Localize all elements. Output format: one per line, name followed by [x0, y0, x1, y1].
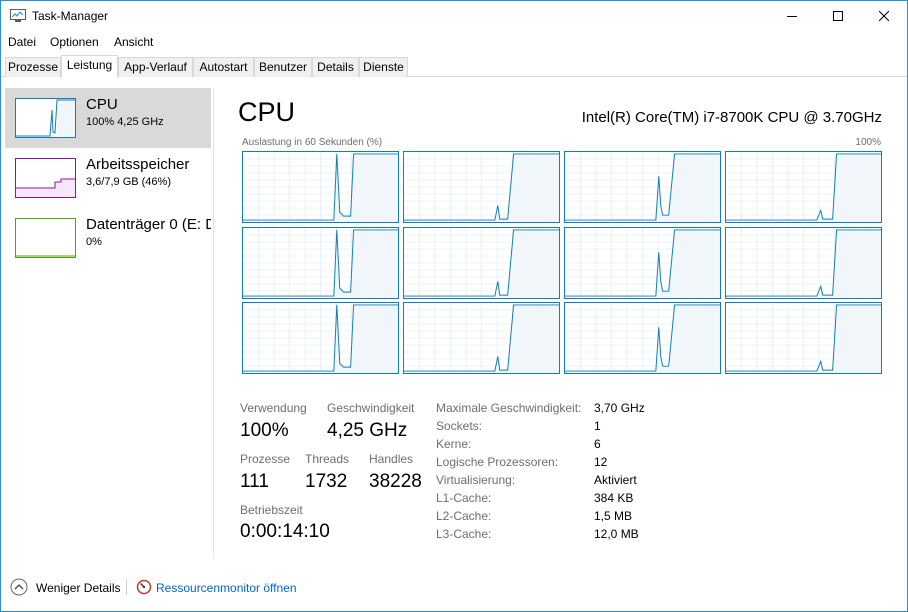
open-resource-monitor-link[interactable]: Ressourcenmonitor öffnen	[156, 581, 297, 595]
task-manager-window: Task-Manager Datei Optionen Ansicht Proz…	[0, 0, 908, 612]
minimize-button[interactable]	[769, 1, 815, 31]
sidebar-item-label: Datenträger 0 (E: D	[86, 216, 211, 233]
task-manager-app-icon	[10, 9, 26, 22]
sidebar-item-label: Arbeitsspeicher	[86, 156, 190, 173]
menu-file[interactable]: Datei	[8, 35, 36, 49]
close-icon	[879, 11, 889, 21]
menu-options[interactable]: Optionen	[50, 35, 99, 49]
spec-value: 12,0 MB	[594, 527, 639, 541]
tab-details[interactable]: Details	[312, 57, 359, 77]
spec-label: Kerne:	[436, 437, 472, 451]
resource-sidebar: CPU 100% 4,25 GHz Arbeitsspeicher 3,6/7,…	[1, 78, 213, 560]
logical-processor-graph	[242, 302, 399, 374]
spec-label: Logische Prozessoren:	[436, 455, 559, 469]
logical-processor-graph	[725, 302, 882, 374]
separator	[126, 579, 127, 595]
tab-bar: Prozesse Leistung App-Verlauf Autostart …	[1, 55, 907, 78]
speed-label: Geschwindigkeit	[327, 401, 415, 415]
logical-processor-graph	[242, 226, 399, 299]
spec-value: 384 KB	[594, 491, 634, 505]
sidebar-item-label: CPU	[86, 96, 118, 113]
spec-value: 6	[594, 437, 601, 451]
tab-users[interactable]: Benutzer	[254, 57, 312, 77]
processes-value: 111	[240, 471, 269, 492]
menu-view[interactable]: Ansicht	[114, 35, 153, 49]
logical-processor-graph	[242, 151, 399, 223]
logical-processor-graph	[725, 226, 882, 299]
handles-value: 38228	[369, 471, 422, 492]
spec-label: L1-Cache:	[436, 491, 492, 505]
logical-processor-graph	[564, 302, 721, 374]
cpu-model-name: Intel(R) Core(TM) i7-8700K CPU @ 3.70GHz	[581, 109, 882, 126]
fewer-details-button[interactable]: Weniger Details	[36, 581, 120, 595]
uptime-value: 0:00:14:10	[240, 521, 330, 542]
spec-label: L2-Cache:	[436, 509, 492, 523]
graph-max-label: 100%	[855, 137, 881, 148]
usage-value: 100%	[240, 420, 289, 441]
spec-value: 1	[594, 419, 601, 433]
usage-label: Verwendung	[240, 401, 307, 415]
spec-label: Maximale Geschwindigkeit:	[436, 401, 582, 415]
uptime-label: Betriebszeit	[240, 503, 303, 517]
spec-value: Aktiviert	[594, 473, 637, 487]
tab-startup[interactable]: Autostart	[193, 57, 254, 77]
processes-label: Prozesse	[240, 452, 291, 466]
logical-processor-graphs	[242, 151, 883, 374]
handles-label: Handles	[369, 452, 414, 466]
spec-value: 1,5 MB	[594, 509, 633, 523]
title-bar: Task-Manager	[1, 1, 907, 31]
logical-processor-graph	[725, 151, 882, 223]
graph-caption: Auslastung in 60 Sekunden (%)	[242, 137, 383, 148]
logical-processor-graph	[403, 302, 560, 374]
page-title: CPU	[238, 97, 296, 127]
tab-performance[interactable]: Leistung	[61, 55, 118, 78]
sidebar-item-cpu[interactable]: CPU 100% 4,25 GHz	[5, 88, 211, 148]
spec-value: 12	[594, 455, 608, 469]
spec-label: L3-Cache:	[436, 527, 492, 541]
disk-thumbnail-graph	[15, 218, 76, 258]
spec-value: 3,70 GHz	[594, 401, 645, 415]
logical-processor-graph	[564, 151, 721, 223]
logical-processor-graph	[564, 226, 721, 299]
tab-app-history[interactable]: App-Verlauf	[118, 57, 193, 77]
threads-label: Threads	[305, 452, 350, 466]
maximize-button[interactable]	[815, 1, 861, 31]
spec-label: Sockets:	[436, 419, 483, 433]
minimize-icon	[787, 16, 797, 17]
sidebar-item-sublabel: 3,6/7,9 GB (46%)	[86, 176, 171, 188]
tab-processes[interactable]: Prozesse	[5, 57, 61, 77]
sidebar-item-sublabel: 0%	[86, 236, 102, 248]
window-title: Task-Manager	[32, 9, 109, 23]
sidebar-item-sublabel: 100% 4,25 GHz	[86, 116, 164, 128]
bottom-bar: Weniger Details Ressourcenmonitor öffnen	[1, 569, 907, 609]
maximize-icon	[833, 11, 843, 21]
collapse-up-icon[interactable]	[10, 578, 28, 596]
menu-bar: Datei Optionen Ansicht	[1, 32, 907, 52]
cpu-thumbnail-graph	[15, 98, 76, 138]
logical-processor-graph	[403, 151, 560, 223]
sidebar-item-disk[interactable]: Datenträger 0 (E: D 0%	[5, 208, 211, 268]
logical-processor-graph	[403, 226, 560, 299]
close-button[interactable]	[861, 1, 907, 31]
spec-label: Virtualisierung:	[436, 473, 516, 487]
resource-monitor-icon	[136, 579, 152, 595]
sidebar-item-memory[interactable]: Arbeitsspeicher 3,6/7,9 GB (46%)	[5, 148, 211, 208]
tab-services[interactable]: Dienste	[359, 57, 408, 77]
memory-thumbnail-graph	[15, 158, 76, 198]
threads-value: 1732	[305, 471, 348, 492]
speed-value: 4,25 GHz	[327, 420, 408, 441]
panel-divider	[213, 89, 214, 559]
